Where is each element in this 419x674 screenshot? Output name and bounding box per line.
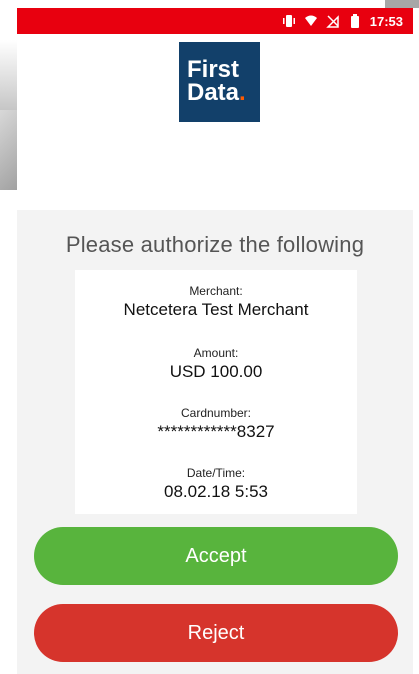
cardnumber-value: ************8327 [157,422,275,441]
reject-button[interactable]: Reject [34,604,398,662]
vibrate-icon [282,14,296,28]
authorization-panel: Please authorize the following Merchant:… [17,210,413,674]
amount-value: USD 100.00 [169,362,263,381]
amount-label: Amount: [193,346,239,360]
accept-button[interactable]: Accept [34,527,398,585]
no-sim-icon [325,14,340,28]
cardnumber-field: Cardnumber: ************8327 [75,406,357,442]
merchant-field: Merchant: Netcetera Test Merchant [75,284,357,320]
datetime-label: Date/Time: [186,466,246,480]
cardnumber-label: Cardnumber: [180,406,252,420]
wifi-icon [304,14,318,28]
merchant-value: Netcetera Test Merchant [123,300,309,319]
amount-field: Amount: USD 100.00 [75,346,357,382]
datetime-field: Date/Time: 08.02.18 5:53 [75,466,357,502]
header: First Data. [17,34,413,204]
background-corner [385,0,419,8]
battery-icon [348,14,362,28]
logo-line-data: Data. [187,79,246,106]
transaction-details-card: Merchant: Netcetera Test Merchant Amount… [75,270,357,514]
datetime-value: 08.02.18 5:53 [164,482,268,501]
authorize-prompt: Please authorize the following [65,232,365,257]
status-bar: 17:53 [17,8,413,34]
merchant-label: Merchant: [189,284,243,298]
first-data-logo: First Data. [179,42,260,122]
status-time: 17:53 [369,13,403,29]
